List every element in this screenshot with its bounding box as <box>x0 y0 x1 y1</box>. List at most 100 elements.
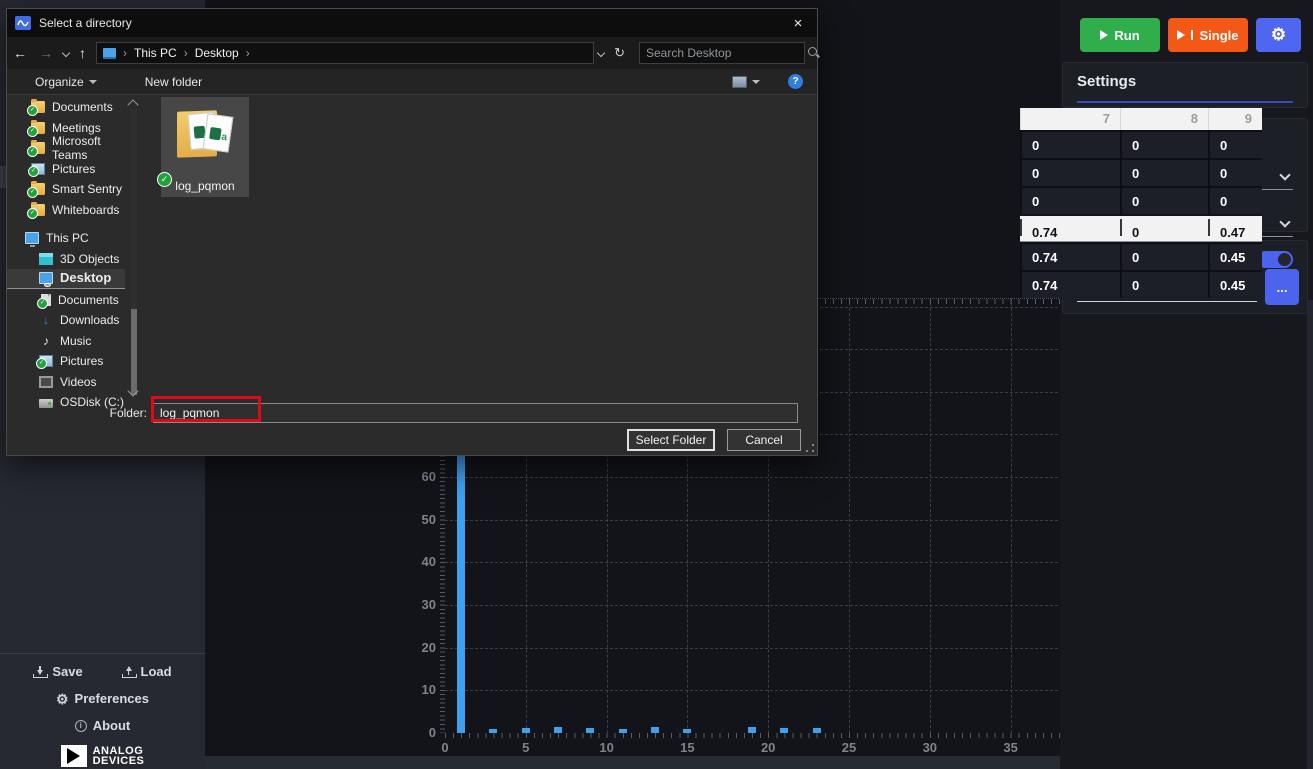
sidebar-item-label: This PC <box>46 231 89 245</box>
table-cell[interactable]: 0 <box>1020 188 1120 214</box>
select-folder-button[interactable]: Select Folder <box>627 429 715 451</box>
table-row[interactable]: 000 <box>1020 130 1262 158</box>
play-icon <box>1100 30 1108 40</box>
help-button[interactable]: ? <box>788 74 803 89</box>
run-button[interactable]: Run <box>1080 18 1160 52</box>
breadcrumb-item[interactable]: This PC <box>134 46 177 60</box>
sidebar-item-documents[interactable]: Documents <box>7 97 125 117</box>
log-toggle[interactable] <box>1257 251 1293 268</box>
gear-icon: ⚙ <box>56 692 69 706</box>
sidebar-item-smart-sentry[interactable]: Smart Sentry <box>7 179 125 199</box>
table-cell[interactable]: 0 <box>1120 132 1208 158</box>
browse-log-directory-button[interactable]: ... <box>1265 269 1299 305</box>
table-cell[interactable]: 0 <box>1120 188 1208 214</box>
organize-button[interactable]: Organize <box>35 75 97 89</box>
close-icon[interactable]: × <box>789 14 807 32</box>
table-column-header: 9 <box>1208 108 1262 130</box>
save-button[interactable]: Save <box>33 664 82 679</box>
breadcrumb-item[interactable]: Desktop <box>195 46 239 60</box>
y-axis-label: 50 <box>410 512 436 527</box>
sidebar-scrollbar-thumb[interactable] <box>131 309 137 395</box>
refresh-icon[interactable]: ↻ <box>608 45 631 61</box>
sidebar-item-3d-objects[interactable]: 3D Objects <box>7 249 125 269</box>
file-item-label: log_pqmon <box>161 179 249 193</box>
forward-button[interactable]: → <box>33 45 59 61</box>
table-cell[interactable]: 0 <box>1020 160 1120 186</box>
sidebar-item-downloads[interactable]: ↓Downloads <box>7 310 125 330</box>
table-row[interactable]: 0.7400.45 <box>1020 242 1262 270</box>
sidebar-item-label: Pictures <box>60 354 103 368</box>
table-cell[interactable]: 0 <box>1208 160 1262 186</box>
table-cell[interactable]: 0 <box>1120 272 1208 298</box>
table-row[interactable]: 0.7400.45 <box>1020 270 1262 298</box>
sidebar-item-music[interactable]: ♪Music <box>7 331 125 351</box>
breadcrumb[interactable]: ›This PC›Desktop› <box>96 42 594 64</box>
step-icon <box>1177 30 1185 40</box>
settings-header-card: Settings <box>1062 62 1308 108</box>
table-cell[interactable]: 0 <box>1120 219 1208 236</box>
search-input[interactable] <box>640 46 807 60</box>
sidebar-item-label: Music <box>60 334 91 348</box>
recent-locations-chevron-icon[interactable] <box>62 49 70 57</box>
single-label: Single <box>1199 28 1238 43</box>
table-row[interactable]: 0.7400.47 <box>1020 214 1262 242</box>
desktop-icon <box>39 272 53 284</box>
settings-gear-button[interactable]: ⚙ <box>1256 18 1301 52</box>
folder-sync-icon <box>31 142 45 154</box>
caret-down-icon <box>89 80 97 84</box>
x-axis-label: 0 <box>431 740 459 755</box>
load-button[interactable]: Load <box>122 664 172 679</box>
table-cell[interactable]: 0 <box>1208 188 1262 214</box>
table-cell[interactable]: 0.47 <box>1208 219 1262 236</box>
harmonic-bar <box>651 727 659 733</box>
sidebar-item-label: Smart Sentry <box>52 182 122 196</box>
up-button[interactable]: ↑ <box>73 45 92 61</box>
gear-icon: ⚙ <box>1271 25 1286 45</box>
table-row[interactable]: 000 <box>1020 186 1262 214</box>
table-column-header: 7 <box>1020 108 1120 130</box>
sidebar-item-pictures[interactable]: Pictures <box>7 159 125 179</box>
back-button[interactable]: ← <box>7 45 33 61</box>
info-icon: i <box>75 720 87 732</box>
sidebar-item-this-pc[interactable]: This PC <box>7 228 125 248</box>
folder-label: Folder: <box>7 406 153 420</box>
analog-devices-logo: ANALOG DEVICES <box>0 745 205 767</box>
preferences-button[interactable]: ⚙ Preferences <box>56 691 149 706</box>
address-dropdown-chevron-icon[interactable] <box>597 49 605 57</box>
this-pc-icon <box>25 232 39 244</box>
view-mode-button[interactable] <box>732 76 760 88</box>
cancel-button[interactable]: Cancel <box>727 429 801 451</box>
documents-icon <box>41 294 51 306</box>
table-cell[interactable]: 0 <box>1208 132 1262 158</box>
sidebar-item-label: Documents <box>58 293 119 307</box>
harmonic-bar <box>748 727 756 733</box>
table-cell[interactable]: 0.74 <box>1020 244 1120 270</box>
table-cell[interactable]: 0.74 <box>1020 219 1120 236</box>
table-cell[interactable]: 0 <box>1120 160 1208 186</box>
breadcrumb-separator-icon: › <box>118 46 132 60</box>
single-button[interactable]: Single <box>1168 18 1248 52</box>
table-cell[interactable]: 0.74 <box>1020 272 1120 298</box>
search-box <box>639 42 805 64</box>
new-folder-button[interactable]: New folder <box>145 75 202 89</box>
table-cell[interactable]: 0 <box>1020 132 1120 158</box>
resize-grip[interactable] <box>805 443 815 453</box>
settings-underline <box>1077 101 1293 103</box>
gridline <box>849 298 850 733</box>
file-item-log_pqmon[interactable]: aa✓log_pqmon <box>161 97 249 197</box>
x-axis-label: 10 <box>593 740 621 755</box>
settings-scrollbar[interactable] <box>1307 300 1313 769</box>
sidebar-item-whiteboards[interactable]: Whiteboards <box>7 200 125 220</box>
sidebar-item-documents[interactable]: Documents <box>7 290 125 310</box>
table-cell[interactable]: 0.45 <box>1208 272 1262 298</box>
sidebar-item-microsoft-teams[interactable]: Microsoft Teams <box>7 138 125 158</box>
sidebar-item-label: Meetings <box>52 121 101 135</box>
table-row[interactable]: 000 <box>1020 158 1262 186</box>
adi-triangle-icon <box>61 745 87 767</box>
table-cell[interactable]: 0.45 <box>1208 244 1262 270</box>
about-button[interactable]: i About <box>75 718 131 733</box>
sidebar-item-desktop[interactable]: Desktop <box>7 269 125 289</box>
table-cell[interactable]: 0 <box>1120 244 1208 270</box>
sidebar-item-videos[interactable]: Videos <box>7 372 125 392</box>
sidebar-item-pictures[interactable]: Pictures <box>7 351 125 371</box>
